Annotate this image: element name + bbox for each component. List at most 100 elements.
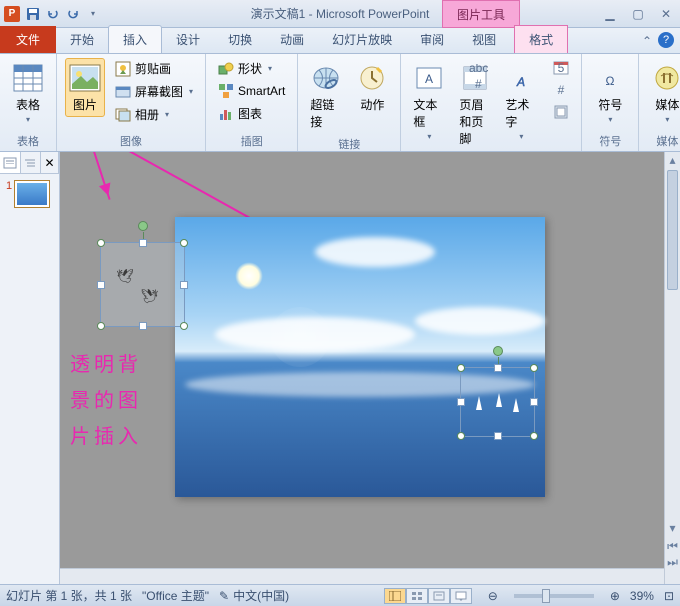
reading-view-button[interactable] [428,588,450,604]
window-title: 演示文稿1 - Microsoft PowerPoint [0,5,680,22]
resize-handle[interactable] [139,239,147,247]
resize-handle[interactable] [139,322,147,330]
zoom-slider-thumb[interactable] [542,589,550,603]
outline-tabs: ✕ [0,152,59,174]
zoom-in-button[interactable]: ⊕ [610,589,620,603]
symbol-button[interactable]: Ω符号▾ [590,58,630,128]
resize-handle[interactable] [180,281,188,289]
normal-view-button[interactable] [384,588,406,604]
horizontal-scrollbar[interactable] [60,568,664,584]
undo-button[interactable] [44,5,62,23]
slide-number: 1 [6,180,12,192]
tab-insert[interactable]: 插入 [108,25,162,53]
tab-animation[interactable]: 动画 [266,26,318,53]
resize-handle[interactable] [97,239,105,247]
tab-design[interactable]: 设计 [162,26,214,53]
chart-button[interactable]: 图表 [214,103,289,124]
resize-handle[interactable] [180,322,188,330]
save-button[interactable] [24,5,42,23]
tab-format[interactable]: 格式 [514,25,568,53]
resize-handle[interactable] [97,281,105,289]
tab-view[interactable]: 视图 [458,26,510,53]
scroll-thumb[interactable] [667,170,678,290]
headerfooter-button[interactable]: abc#页眉和页脚 [455,58,495,151]
dropdown-icon: ▾ [665,115,669,124]
tab-review[interactable]: 审阅 [406,26,458,53]
qat-customize-button[interactable]: ▾ [84,5,102,23]
hyperlink-button[interactable]: 超链接 [306,58,346,134]
table-icon [12,62,44,94]
album-icon [115,107,131,123]
slideshow-view-button[interactable] [450,588,472,604]
annotation-arrow [87,152,111,200]
headerfooter-icon: abc# [459,62,491,94]
resize-handle[interactable] [457,398,465,406]
resize-handle[interactable] [457,364,465,372]
sorter-view-button[interactable] [406,588,428,604]
date-button[interactable]: 5 [549,58,573,78]
resize-handle[interactable] [457,432,465,440]
outline-icon [23,157,37,169]
slide-thumbnail[interactable] [14,180,50,208]
view-buttons [384,588,472,604]
tab-home[interactable]: 开始 [56,26,108,53]
selected-image-sailboats[interactable] [460,367,535,437]
redo-button[interactable] [64,5,82,23]
media-button[interactable]: 媒体▾ [647,58,680,128]
wordart-button[interactable]: A艺术字▾ [501,58,541,145]
zoom-level[interactable]: 39% [630,589,654,603]
group-symbols: Ω符号▾ 符号 [582,54,639,151]
resize-handle[interactable] [180,239,188,247]
resize-handle[interactable] [494,364,502,372]
picture-button[interactable]: 图片 [65,58,105,117]
resize-handle[interactable] [530,398,538,406]
selected-image-birds[interactable]: 🕊 🕊 [100,242,185,327]
dropdown-icon: ▾ [268,64,272,73]
next-slide-button[interactable]: ⏭ [665,554,680,570]
close-button[interactable]: ✕ [656,6,676,22]
wordart-label: 艺术字 [505,96,537,130]
prev-slide-button[interactable]: ⏮ [665,538,680,554]
object-button[interactable] [549,102,573,122]
outline-tab[interactable] [21,152,42,173]
resize-handle[interactable] [494,432,502,440]
tab-file[interactable]: 文件 [0,26,56,53]
minimize-ribbon-button[interactable]: ⌃ [642,34,652,48]
action-button[interactable]: 动作 [352,58,392,117]
rotate-handle[interactable] [493,346,503,356]
slides-tab[interactable] [0,152,21,173]
date-icon: 5 [553,60,569,76]
resize-handle[interactable] [97,322,105,330]
language-button[interactable]: ✎中文(中国) [219,587,289,604]
slidenum-button[interactable]: # [549,80,573,100]
minimize-button[interactable]: ▁ [600,6,620,22]
tab-transition[interactable]: 切换 [214,26,266,53]
zoom-slider[interactable] [514,594,594,598]
sailboat-graphic [476,396,482,410]
vertical-scrollbar[interactable]: ▴ ▾ ⏮ ⏭ [664,152,680,584]
slide-image[interactable] [175,217,545,497]
slide-canvas[interactable]: 🕊 🕊 透明背景的图片插入 ▴ ▾ ⏮ ⏭ [60,152,680,584]
tab-slideshow[interactable]: 幻灯片放映 [318,26,406,53]
slides-icon [3,157,17,169]
maximize-button[interactable]: ▢ [628,6,648,22]
textbox-button[interactable]: A文本框▾ [409,58,449,145]
fit-to-window-button[interactable]: ⊡ [664,589,674,603]
resize-handle[interactable] [530,432,538,440]
clipart-button[interactable]: 剪贴画 [111,58,197,79]
scroll-down-button[interactable]: ▾ [665,520,680,536]
shapes-button[interactable]: 形状▾ [214,58,289,79]
scroll-up-button[interactable]: ▴ [665,152,680,168]
album-button[interactable]: 相册▾ [111,104,197,125]
tables-button[interactable]: 表格 ▾ [8,58,48,128]
dropdown-icon: ▾ [427,132,431,141]
zoom-out-button[interactable]: ⊖ [488,589,498,603]
app-icon: P [4,6,20,22]
help-button[interactable]: ? [658,32,674,48]
close-pane-button[interactable]: ✕ [41,152,59,173]
smartart-button[interactable]: SmartArt [214,81,289,101]
picture-icon [69,62,101,94]
rotate-handle[interactable] [138,221,148,231]
resize-handle[interactable] [530,364,538,372]
screenshot-button[interactable]: 屏幕截图▾ [111,81,197,102]
